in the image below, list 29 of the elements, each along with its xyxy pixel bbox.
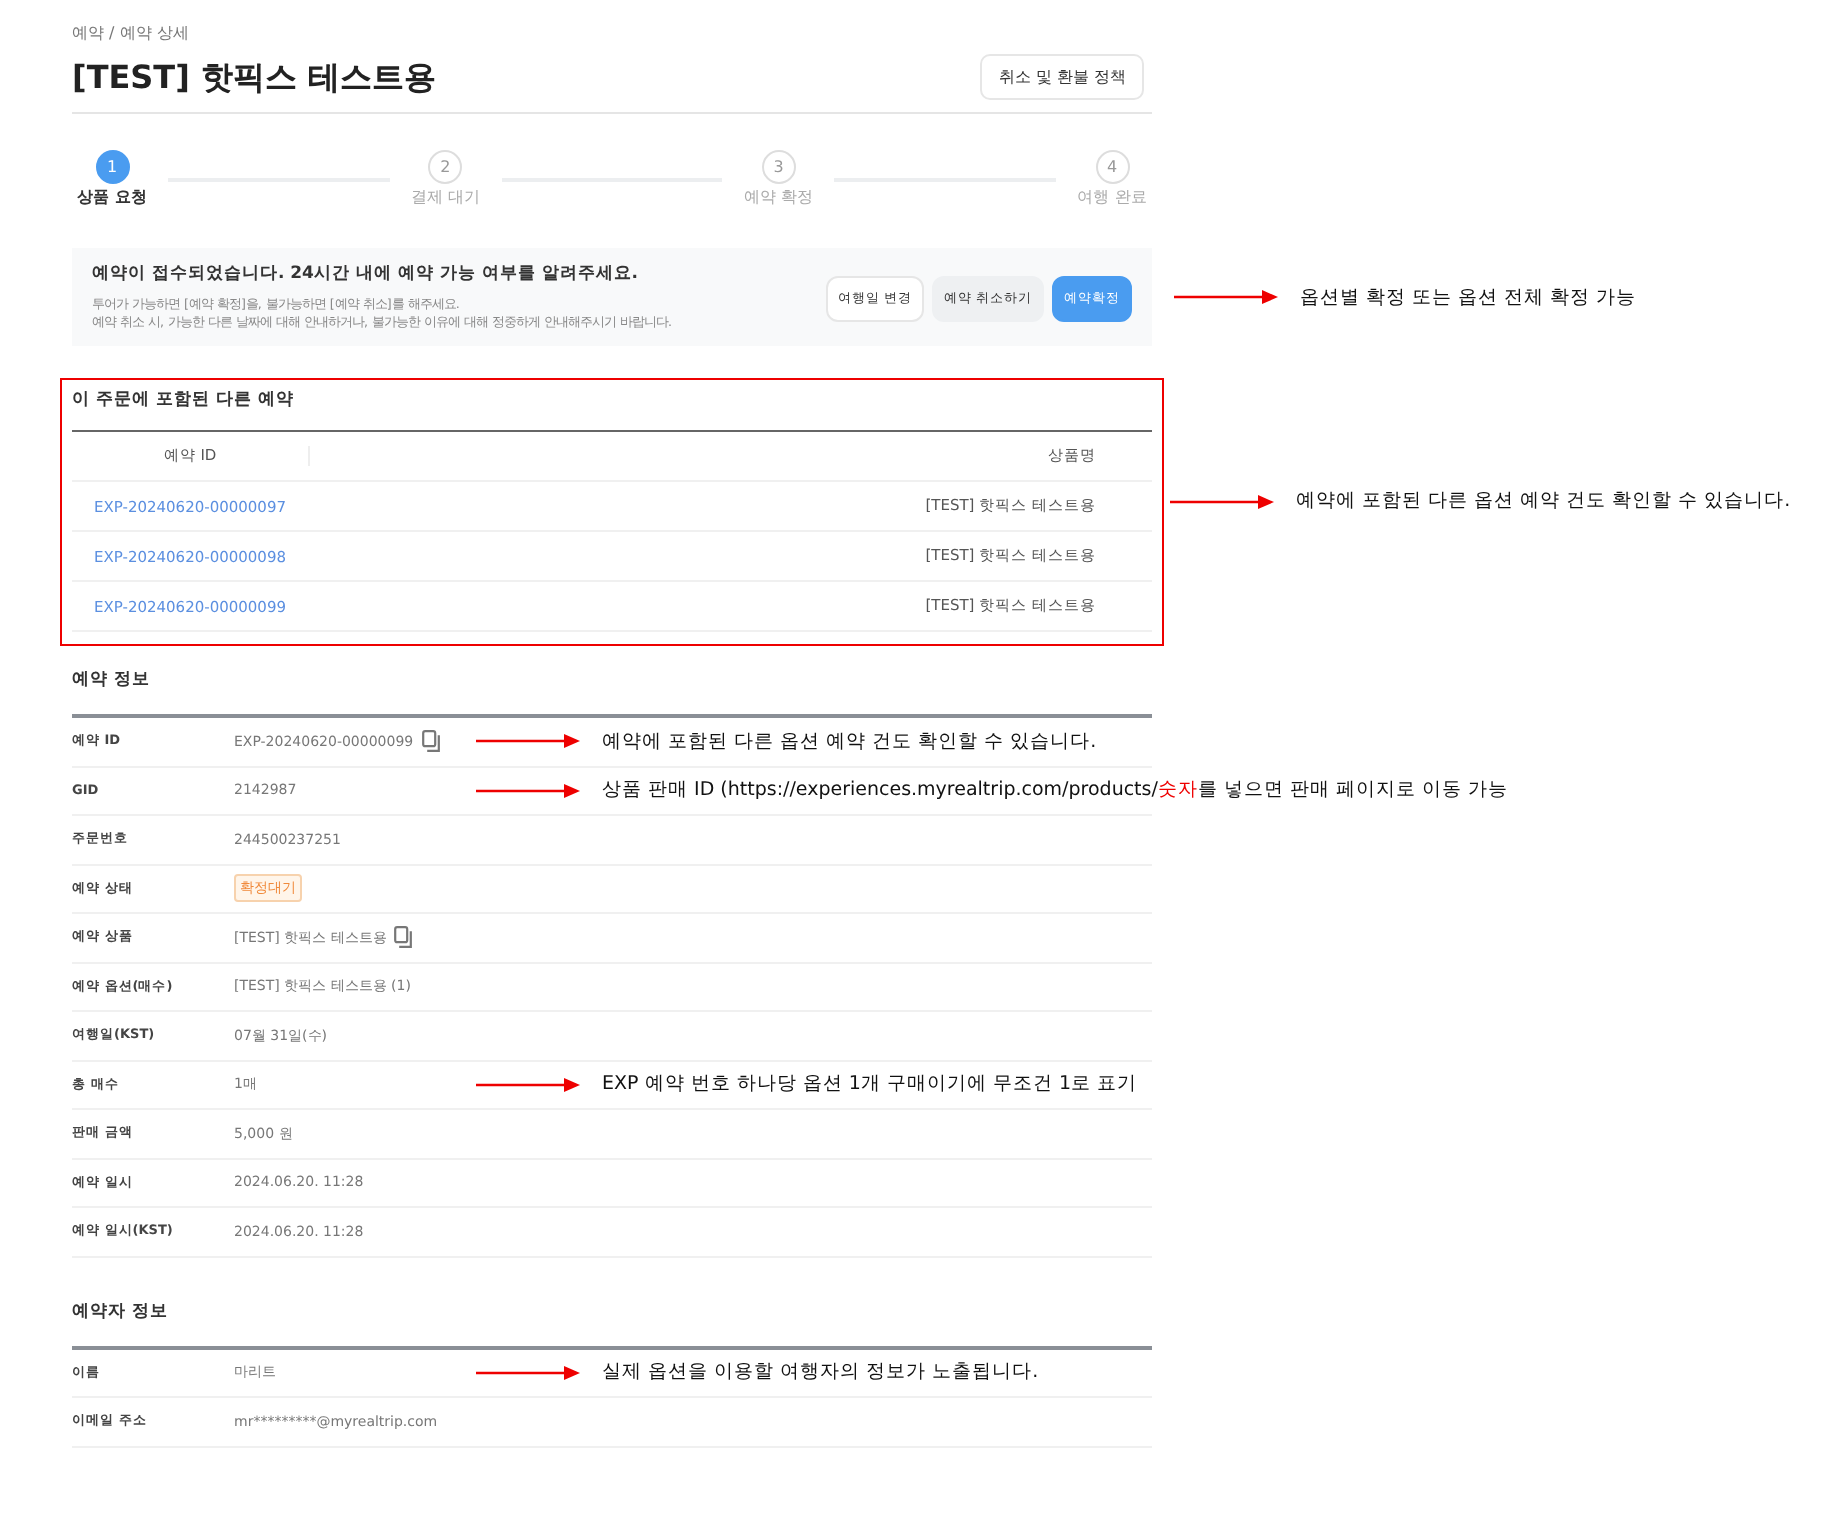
annotation-arrow <box>476 1076 580 1093</box>
section-title: 이 주문에 포함된 다른 예약 <box>72 390 1152 432</box>
step-label: 예약 확정 <box>744 188 814 208</box>
step-label: 상품 요청 <box>77 188 147 208</box>
step-number: 2 <box>428 150 463 184</box>
annotation-arrow <box>476 782 580 799</box>
annotation-text: EXP 예약 번호 하나당 옵션 1개 구매이기에 무조건 1로 표기 <box>602 1071 1138 1098</box>
annotation-text: 실제 옵션을 이용할 여행자의 정보가 노출됩니다. <box>602 1359 1039 1386</box>
annotation-text: 예약에 포함된 다른 옵션 예약 건도 확인할 수 있습니다. <box>1296 488 1791 514</box>
annotation-text: 상품 판매 ID (https://experiences.myrealtrip.com/products/숫자를 넣으면 판매 페이지로 이동 가능 <box>602 777 1509 804</box>
notice-title: 예약이 접수되었습니다. 24시간 내에 예약 가능 여부를 알려주세요. <box>92 264 641 286</box>
annotation-arrow <box>476 733 580 750</box>
breadcrumb: 예약 / 예약 상세 <box>72 22 191 44</box>
copy-icon[interactable] <box>421 730 440 753</box>
annotation-arrow <box>1170 493 1274 509</box>
step-number: 1 <box>95 150 129 184</box>
section-title: 예약 정보 <box>72 670 1152 718</box>
annotation-text: 옵션별 확정 또는 옵션 전체 확정 가능 <box>1300 284 1637 310</box>
annotation-arrow <box>1174 289 1278 305</box>
step-number: 3 <box>761 150 796 184</box>
refund-policy-button[interactable]: 취소 및 환불 정책 <box>980 54 1144 100</box>
copy-icon[interactable] <box>394 926 413 949</box>
step-label: 결제 대기 <box>410 188 480 208</box>
step-label: 여행 완료 <box>1077 188 1147 208</box>
section-title: 예약자 정보 <box>72 1301 1152 1349</box>
step-number: 4 <box>1095 150 1130 184</box>
page-title: [TEST] 핫픽스 테스트용 <box>72 57 437 97</box>
annotation-arrow <box>476 1364 580 1381</box>
annotation-text: 예약에 포함된 다른 옵션 예약 건도 확인할 수 있습니다. <box>602 728 1097 755</box>
